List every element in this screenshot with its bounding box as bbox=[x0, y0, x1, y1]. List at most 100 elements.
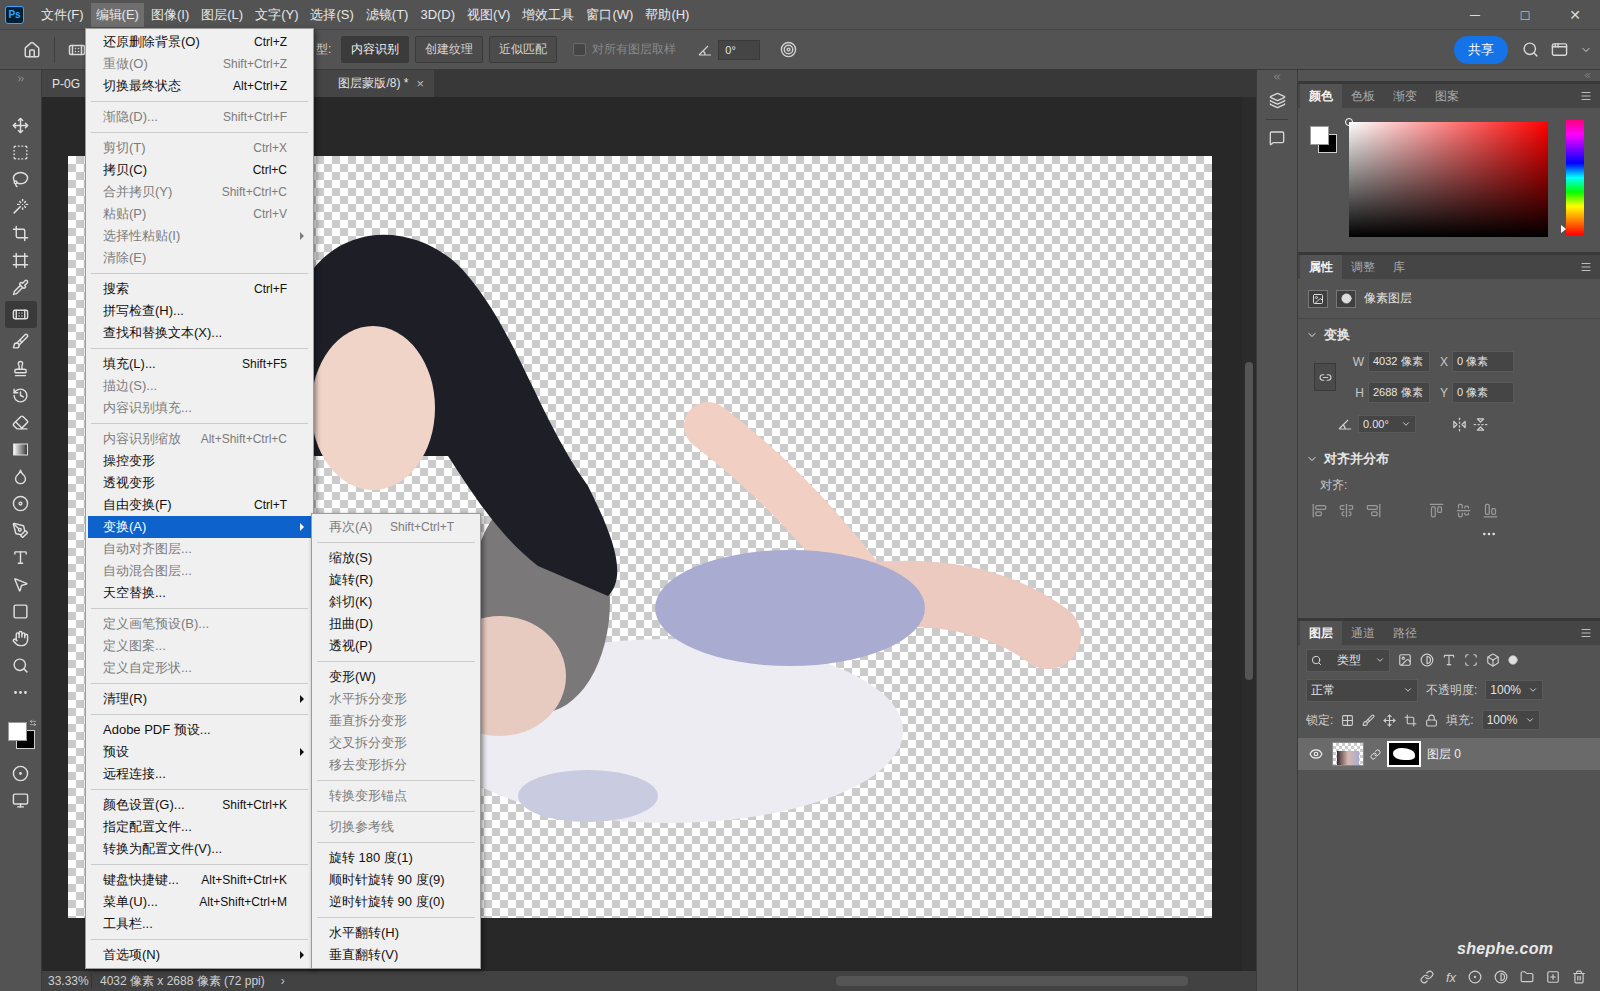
panel-tab[interactable]: 色板 bbox=[1342, 84, 1384, 108]
layer-filter-icon[interactable] bbox=[1398, 653, 1412, 667]
menu-item[interactable]: 定义画笔预设(B)... bbox=[88, 613, 311, 635]
lock-option-icon[interactable] bbox=[1383, 714, 1396, 727]
tool-button[interactable] bbox=[5, 463, 37, 490]
panel-tab[interactable]: 调整 bbox=[1342, 255, 1384, 279]
panel-tab[interactable]: 颜色 bbox=[1300, 84, 1342, 108]
panel-menu-icon[interactable] bbox=[1580, 261, 1592, 273]
menu-item[interactable]: 自动对齐图层... bbox=[88, 538, 311, 560]
blend-mode-dropdown[interactable]: 正常 bbox=[1306, 679, 1418, 702]
foreground-swatch[interactable] bbox=[8, 722, 27, 741]
tool-button[interactable] bbox=[5, 301, 37, 328]
menu-item[interactable]: 变换(A)再次(A)Shift+Ctrl+T缩放(S)旋转(R)斜切(K)扭曲(… bbox=[88, 516, 311, 538]
menu-item[interactable]: 粘贴(P)Ctrl+V bbox=[88, 203, 311, 225]
menu-item[interactable]: 旋转(R) bbox=[314, 569, 478, 591]
lock-option-icon[interactable] bbox=[1362, 714, 1375, 727]
align-bottom-icon[interactable] bbox=[1483, 503, 1498, 518]
foreground-swatch[interactable] bbox=[1310, 126, 1329, 145]
menu-item[interactable]: 扭曲(D) bbox=[314, 613, 478, 635]
tool-button[interactable] bbox=[5, 247, 37, 274]
quick-mask-button[interactable] bbox=[5, 760, 37, 787]
menu-item[interactable]: 选择性粘贴(I) bbox=[88, 225, 311, 247]
align-section-header[interactable]: 对齐并分布 bbox=[1298, 443, 1600, 475]
menu-item[interactable]: 移去变形拆分 bbox=[314, 754, 478, 776]
type-button[interactable]: 创建纹理 bbox=[415, 36, 483, 63]
comments-panel-icon[interactable] bbox=[1269, 130, 1285, 146]
menu-item[interactable]: 操控变形 bbox=[88, 450, 311, 472]
tool-button[interactable] bbox=[5, 112, 37, 139]
tool-button[interactable] bbox=[5, 193, 37, 220]
home-button[interactable] bbox=[20, 38, 44, 62]
rotation-field[interactable]: 0.00° bbox=[1358, 415, 1416, 433]
color-swatches[interactable] bbox=[5, 716, 37, 752]
zoom-level[interactable]: 33.33% bbox=[42, 974, 92, 988]
new-layer-icon[interactable] bbox=[1546, 970, 1560, 984]
expand-icon[interactable] bbox=[16, 74, 26, 84]
panel-tab[interactable]: 图案 bbox=[1426, 84, 1468, 108]
panel-tab[interactable]: 库 bbox=[1384, 255, 1414, 279]
type-button[interactable]: 近似匹配 bbox=[489, 36, 557, 63]
tool-button[interactable] bbox=[5, 274, 37, 301]
layer-row[interactable]: 图层 0 bbox=[1298, 738, 1600, 770]
layer-filter-icon[interactable] bbox=[1420, 653, 1434, 667]
menu-item[interactable]: 拼写检查(H)... bbox=[88, 300, 311, 322]
menu-item[interactable]: 转换为配置文件(V)... bbox=[88, 838, 311, 860]
tool-button[interactable] bbox=[5, 382, 37, 409]
type-button[interactable]: 内容识别 bbox=[341, 36, 409, 63]
menu-item[interactable]: 透视变形 bbox=[88, 472, 311, 494]
visibility-eye-icon[interactable] bbox=[1309, 747, 1323, 761]
menu-bar-item[interactable]: 视图(V) bbox=[462, 3, 515, 27]
menu-item[interactable]: 再次(A)Shift+Ctrl+T bbox=[314, 516, 478, 538]
menu-item[interactable]: 远程连接... bbox=[88, 763, 311, 785]
menu-bar-item[interactable]: 滤镜(T) bbox=[361, 3, 414, 27]
add-mask-icon[interactable] bbox=[1468, 970, 1482, 984]
menu-item[interactable]: 垂直拆分变形 bbox=[314, 710, 478, 732]
swap-colors-icon[interactable] bbox=[29, 719, 37, 727]
window-control[interactable]: ─ bbox=[1450, 0, 1500, 29]
menu-item[interactable]: 渐隐(D)...Shift+Ctrl+F bbox=[88, 106, 311, 128]
checkbox[interactable] bbox=[573, 43, 586, 56]
menu-bar-item[interactable]: 图层(L) bbox=[196, 3, 248, 27]
menu-item[interactable]: 水平翻转(H) bbox=[314, 922, 478, 944]
menu-item[interactable]: 首选项(N) bbox=[88, 944, 311, 966]
layer-filter-icon[interactable] bbox=[1486, 653, 1500, 667]
menu-bar-item[interactable]: 窗口(W) bbox=[581, 3, 638, 27]
menu-item[interactable]: 键盘快捷键...Alt+Shift+Ctrl+K bbox=[88, 869, 311, 891]
transform-field[interactable]: 4032 像素 bbox=[1368, 351, 1430, 372]
horizontal-scrollbar[interactable] bbox=[293, 976, 1256, 986]
menu-item[interactable]: 剪切(T)Ctrl+X bbox=[88, 137, 311, 159]
share-button[interactable]: 共享 bbox=[1454, 36, 1508, 64]
menu-item[interactable]: 定义自定形状... bbox=[88, 657, 311, 679]
transform-field[interactable]: 2688 像素 bbox=[1368, 382, 1430, 403]
menu-item[interactable]: 还原删除背景(O)Ctrl+Z bbox=[88, 31, 311, 53]
menu-bar-item[interactable]: 帮助(H) bbox=[640, 3, 694, 27]
layer-filter-icon[interactable] bbox=[1464, 653, 1478, 667]
menu-item[interactable]: 天空替换... bbox=[88, 582, 311, 604]
menu-item[interactable]: 工具栏... bbox=[88, 913, 311, 935]
tool-button[interactable] bbox=[5, 166, 37, 193]
menu-item[interactable]: 查找和替换文本(X)... bbox=[88, 322, 311, 344]
window-control[interactable]: ✕ bbox=[1550, 0, 1600, 29]
color-swatches[interactable] bbox=[1307, 120, 1335, 156]
menu-bar-item[interactable]: 3D(D) bbox=[415, 3, 460, 27]
menu-item[interactable]: 透视(P) bbox=[314, 635, 478, 657]
collapse-icon[interactable] bbox=[1583, 71, 1592, 80]
transform-field[interactable]: 0 像素 bbox=[1452, 351, 1514, 372]
angle-field[interactable]: 0° bbox=[718, 40, 760, 60]
panel-tab[interactable]: 通道 bbox=[1342, 621, 1384, 645]
menu-item[interactable]: 定义图案... bbox=[88, 635, 311, 657]
transform-section-header[interactable]: 变换 bbox=[1298, 319, 1600, 351]
constrain-proportions-button[interactable] bbox=[1314, 363, 1336, 391]
flip-vertical-icon[interactable] bbox=[1473, 417, 1488, 432]
menu-item[interactable]: 自动混合图层... bbox=[88, 560, 311, 582]
more-options-icon[interactable] bbox=[1481, 526, 1497, 542]
transform-field[interactable]: 0 像素 bbox=[1452, 382, 1514, 403]
panel-tab[interactable]: 渐变 bbox=[1384, 84, 1426, 108]
align-center-icon[interactable] bbox=[1339, 503, 1354, 518]
menu-item[interactable]: 清除(E) bbox=[88, 247, 311, 269]
menu-item[interactable]: 内容识别缩放Alt+Shift+Ctrl+C bbox=[88, 428, 311, 450]
scroll-thumb[interactable] bbox=[836, 976, 1188, 986]
menu-item[interactable]: 填充(L)...Shift+F5 bbox=[88, 353, 311, 375]
tool-button[interactable] bbox=[5, 436, 37, 463]
tool-button[interactable] bbox=[5, 490, 37, 517]
menu-bar-item[interactable]: 增效工具 bbox=[517, 3, 579, 27]
